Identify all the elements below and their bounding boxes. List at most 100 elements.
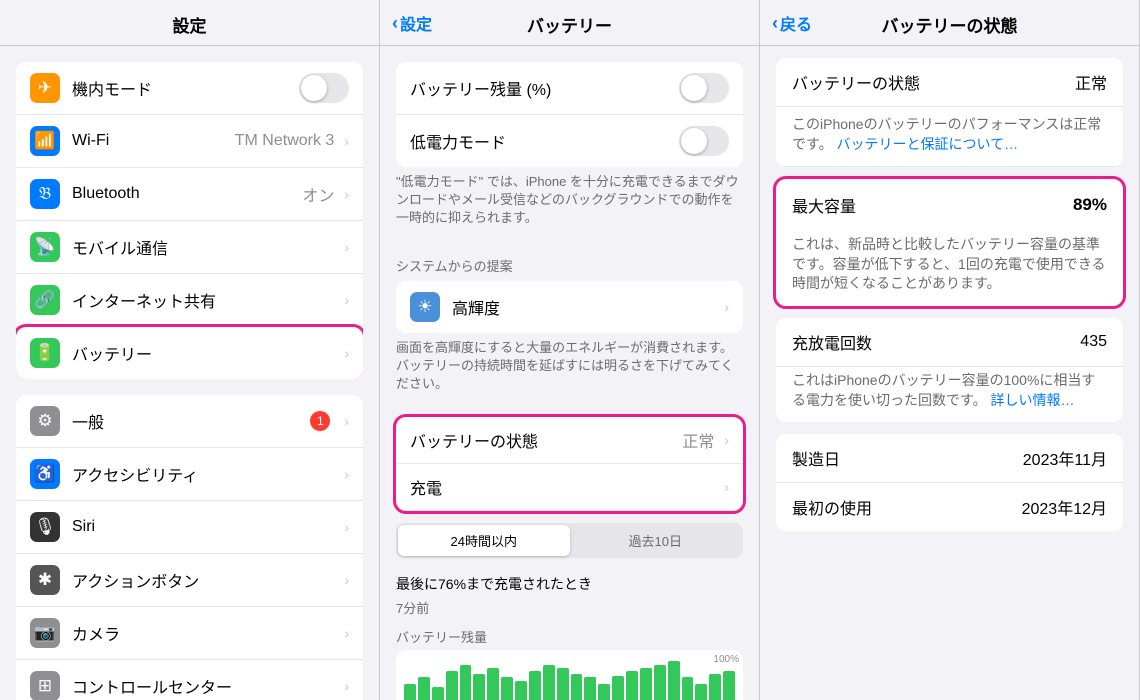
back-button-p2[interactable]: ‹ 設定 xyxy=(392,11,432,35)
action-chevron: › xyxy=(344,572,349,588)
row-hotspot[interactable]: 🔗 インターネット共有 › xyxy=(16,274,363,327)
battery-toggles-group: バッテリー残量 (%) 低電力モード xyxy=(396,62,743,167)
siri-label: Siri xyxy=(72,518,338,536)
back-chevron-icon-p3: ‹ xyxy=(772,14,778,32)
chart-bar xyxy=(654,665,666,700)
tab-10d[interactable]: 過去10日 xyxy=(570,525,742,556)
row-wifi[interactable]: 📶 Wi-Fi TM Network 3 › xyxy=(16,115,363,168)
brightness-label: 高輝度 xyxy=(452,295,718,319)
mfg-row: 製造日 2023年11月 xyxy=(776,434,1123,483)
percentage-label: バッテリー残量 (%) xyxy=(410,76,679,100)
health-status-value: 正常 xyxy=(1075,70,1107,94)
back-label-p2: 設定 xyxy=(400,11,432,35)
row-general[interactable]: ⚙ 一般 1 › xyxy=(16,395,363,448)
row-camera[interactable]: 📷 カメラ › xyxy=(16,607,363,660)
battery-nav-section: バッテリーの状態 正常 › 充電 › xyxy=(380,417,759,511)
action-value: › xyxy=(338,572,349,588)
health-row-container: バッテリーの状態 正常 › 充電 › xyxy=(396,417,743,511)
charge-note: 最後に76%まで充電されたとき xyxy=(380,570,759,596)
battery-health-panel: ‹ 戻る バッテリーの状態 バッテリーの状態 正常 このiPhoneのバッテリー… xyxy=(760,0,1140,700)
panel1-header: 設定 xyxy=(0,0,379,46)
general-badge: 1 xyxy=(310,411,330,431)
charging-row[interactable]: 充電 › xyxy=(396,464,743,511)
wifi-icon: 📶 xyxy=(30,126,60,156)
wifi-value: TM Network 3 › xyxy=(235,132,349,150)
row-airplane[interactable]: ✈ 機内モード xyxy=(16,62,363,115)
panel3-title: バッテリーの状態 xyxy=(882,17,1018,36)
camera-chevron: › xyxy=(344,625,349,641)
accessibility-label: アクセシビリティ xyxy=(72,462,338,486)
hotspot-icon: 🔗 xyxy=(30,285,60,315)
tab-switcher: 24時間以内 過去10日 xyxy=(396,523,743,558)
camera-label: カメラ xyxy=(72,621,338,645)
cycle-group: 充放電回数 435 これはiPhoneのバッテリー容量の100%に相当する電力を… xyxy=(776,318,1123,422)
control-icon: ⊞ xyxy=(30,671,60,700)
firstuse-row: 最初の使用 2023年12月 xyxy=(776,483,1123,531)
cycle-row: 充放電回数 435 xyxy=(776,318,1123,367)
tab-24h[interactable]: 24時間以内 xyxy=(398,525,570,556)
chart-bar xyxy=(709,674,721,700)
siri-chevron: › xyxy=(344,519,349,535)
mobile-chevron: › xyxy=(344,239,349,255)
airplane-label: 機内モード xyxy=(72,76,299,100)
accessibility-icon: ♿ xyxy=(30,459,60,489)
health-label: バッテリーの状態 xyxy=(410,428,682,452)
panel2-title: バッテリー xyxy=(527,17,612,36)
panel2-content: バッテリー残量 (%) 低電力モード "低電力モード" では、iPhone を十… xyxy=(380,46,759,700)
system-group: ☀ 高輝度 › xyxy=(396,281,743,333)
wifi-label: Wi-Fi xyxy=(72,132,235,150)
battery-nav-group: バッテリーの状態 正常 › 充電 › xyxy=(396,417,743,511)
capacity-note: これは、新品時と比較したバッテリー容量の基準です。容量が低下すると、1回の充電で… xyxy=(776,231,1123,306)
battery-chevron: › xyxy=(344,345,349,361)
chart-bar xyxy=(543,665,555,700)
back-label-p3: 戻る xyxy=(780,11,812,35)
row-control[interactable]: ⊞ コントロールセンター › xyxy=(16,660,363,700)
control-chevron: › xyxy=(344,678,349,694)
control-value: › xyxy=(338,678,349,694)
health-status-group: バッテリーの状態 正常 このiPhoneのバッテリーのパフォーマンスは正常です。… xyxy=(776,58,1123,167)
panel1-content: ✈ 機内モード 📶 Wi-Fi TM Network 3 › 𝔅 Bluetoo… xyxy=(0,46,379,700)
chart-bar xyxy=(682,677,694,700)
chart-bar xyxy=(626,671,638,700)
chart-bar xyxy=(668,661,680,700)
cycle-note: これはiPhoneのバッテリー容量の100%に相当する電力を使い切った回数です。… xyxy=(776,367,1123,422)
general-icon: ⚙ xyxy=(30,406,60,436)
chart-bar xyxy=(460,665,472,700)
chart-bar xyxy=(404,684,416,700)
cycle-value: 435 xyxy=(1080,333,1107,351)
chart-bar xyxy=(723,671,735,700)
percentage-toggle[interactable] xyxy=(679,73,729,103)
chart-bar xyxy=(640,668,652,700)
health-status-label: バッテリーの状態 xyxy=(792,70,920,94)
row-action[interactable]: ✱ アクションボタン › xyxy=(16,554,363,607)
row-siri[interactable]: 🎙 Siri › xyxy=(16,501,363,554)
lowpower-toggle[interactable] xyxy=(679,126,729,156)
chart-bar xyxy=(501,677,513,700)
mobile-label: モバイル通信 xyxy=(72,235,338,259)
row-mobile[interactable]: 📡 モバイル通信 › xyxy=(16,221,363,274)
lowpower-row: 低電力モード xyxy=(396,115,743,167)
camera-icon: 📷 xyxy=(30,618,60,648)
cycle-link[interactable]: 詳しい情報… xyxy=(991,392,1075,408)
percentage-row: バッテリー残量 (%) xyxy=(396,62,743,115)
health-link[interactable]: バッテリーと保証について… xyxy=(837,136,1019,152)
chart-bar xyxy=(584,677,596,700)
row-battery[interactable]: 🔋 バッテリー › xyxy=(16,327,363,379)
row-accessibility[interactable]: ♿ アクセシビリティ › xyxy=(16,448,363,501)
airplane-toggle[interactable] xyxy=(299,73,349,103)
brightness-row[interactable]: ☀ 高輝度 › xyxy=(396,281,743,333)
cycle-label: 充放電回数 xyxy=(792,330,872,354)
airplane-icon: ✈ xyxy=(30,73,60,103)
row-bluetooth[interactable]: 𝔅 Bluetooth オン › xyxy=(16,168,363,221)
health-row[interactable]: バッテリーの状態 正常 › xyxy=(396,417,743,464)
capacity-label: 最大容量 xyxy=(792,193,856,217)
general-section: ⚙ 一般 1 › ♿ アクセシビリティ › 🎙 Siri › ✱ アクションボタ… xyxy=(0,395,379,700)
capacity-container: 最大容量 89% これは、新品時と比較したバッテリー容量の基準です。容量が低下す… xyxy=(776,179,1123,306)
bluetooth-value: オン › xyxy=(302,182,349,206)
general-label: 一般 xyxy=(72,409,310,433)
panel3-header: ‹ 戻る バッテリーの状態 xyxy=(760,0,1139,46)
panel1-title: 設定 xyxy=(173,17,207,36)
firstuse-label: 最初の使用 xyxy=(792,495,872,519)
bluetooth-label: Bluetooth xyxy=(72,185,302,203)
back-button-p3[interactable]: ‹ 戻る xyxy=(772,11,812,35)
